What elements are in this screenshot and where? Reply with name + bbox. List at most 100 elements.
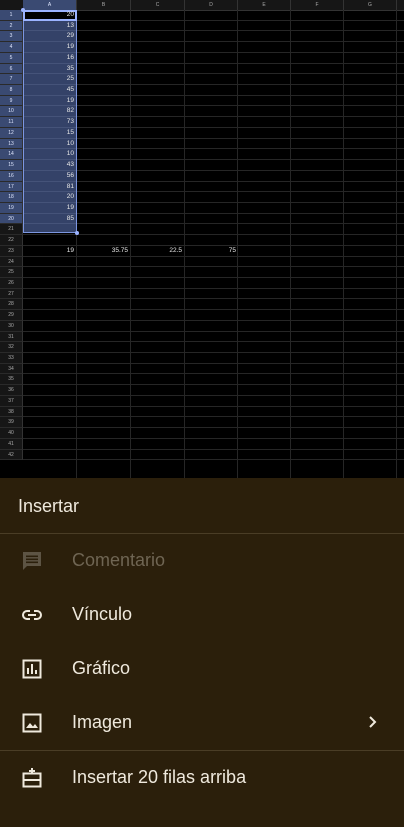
cell-a1[interactable]: 20 [23, 10, 77, 21]
cell-a11[interactable]: 73 [23, 117, 77, 128]
column-header-a[interactable]: A [23, 0, 77, 10]
row-header-14[interactable]: 14 [0, 149, 23, 161]
cell-a18[interactable]: 20 [23, 192, 77, 203]
row-header-23[interactable]: 23 [0, 245, 23, 257]
row-header-10[interactable]: 10 [0, 106, 23, 118]
row-header-22[interactable]: 22 [0, 235, 23, 246]
cell-a7[interactable]: 25 [23, 74, 77, 85]
column-header-g[interactable]: G [344, 0, 397, 10]
row-header-26[interactable]: 26 [0, 278, 23, 289]
selection-handle-bottom[interactable] [75, 231, 79, 235]
cell-a20[interactable]: 85 [23, 214, 77, 225]
column-gridline [130, 10, 131, 478]
row-gridline [23, 319, 404, 321]
row-header-11[interactable]: 11 [0, 117, 23, 128]
column-header-d[interactable]: D [185, 0, 238, 10]
row-header-15[interactable]: 15 [0, 160, 23, 171]
row-header-28[interactable]: 28 [0, 299, 23, 311]
cell-a13[interactable]: 10 [23, 139, 77, 150]
row-gridline [23, 437, 404, 439]
row-header-33[interactable]: 33 [0, 353, 23, 364]
cell-a16[interactable]: 56 [23, 171, 77, 182]
column-header-f[interactable]: F [291, 0, 344, 10]
row-header-13[interactable]: 13 [0, 138, 23, 150]
row-header-25[interactable]: 25 [0, 267, 23, 278]
row-header-30[interactable]: 30 [0, 320, 23, 332]
row-header-3[interactable]: 3 [0, 31, 23, 43]
row-header-5[interactable]: 5 [0, 52, 23, 64]
row-header-8[interactable]: 8 [0, 85, 23, 96]
row-header-6[interactable]: 6 [0, 63, 23, 75]
column-header-c[interactable]: C [131, 0, 185, 10]
menu-item-chart[interactable]: Gráfico [0, 642, 404, 696]
row-header-35[interactable]: 35 [0, 374, 23, 386]
cell-a5[interactable]: 16 [23, 53, 77, 64]
row-header-40[interactable]: 40 [0, 428, 23, 439]
cell-a19[interactable]: 19 [23, 203, 77, 214]
cell-a2[interactable]: 13 [23, 21, 77, 32]
row-gridline [23, 384, 404, 386]
row-header-21[interactable]: 21 [0, 224, 23, 236]
chart-icon [22, 659, 42, 679]
row-header-1[interactable]: 1 [0, 10, 23, 21]
cell-a17[interactable]: 81 [23, 182, 77, 193]
row-gridline [23, 234, 404, 236]
insert-rows-above-icon [22, 768, 42, 788]
row-header-39[interactable]: 39 [0, 417, 23, 429]
row-header-27[interactable]: 27 [0, 288, 23, 300]
column-header-b[interactable]: B [77, 0, 131, 10]
row-gridline [23, 373, 404, 375]
row-header-42[interactable]: 42 [0, 449, 23, 461]
row-gridline [23, 352, 404, 354]
cell-a3[interactable]: 29 [23, 31, 77, 42]
row-gridline [23, 169, 404, 171]
row-header-19[interactable]: 19 [0, 202, 23, 214]
row-gridline [23, 266, 404, 268]
menu-item-image[interactable]: Imagen [0, 696, 404, 750]
row-header-37[interactable]: 37 [0, 395, 23, 407]
row-header-20[interactable]: 20 [0, 213, 23, 225]
row-header-34[interactable]: 34 [0, 363, 23, 375]
menu-item-link[interactable]: Vínculo [0, 588, 404, 642]
cell-a15[interactable]: 43 [23, 160, 77, 171]
menu-title: Insertar [18, 496, 80, 516]
cell-b22[interactable]: 35.75 [77, 246, 131, 257]
row-header-7[interactable]: 7 [0, 74, 23, 86]
row-gridline [23, 394, 404, 396]
cell-d22[interactable]: 75 [185, 246, 239, 257]
cell-a4[interactable]: 19 [23, 42, 77, 53]
cell-a10[interactable]: 82 [23, 106, 77, 117]
menu-item-label: Imagen [72, 712, 133, 732]
column-header-e[interactable]: E [238, 0, 291, 10]
cell-a22[interactable]: 19 [23, 246, 77, 257]
row-header-16[interactable]: 16 [0, 170, 23, 182]
cell-a12[interactable]: 15 [23, 128, 77, 139]
row-header-38[interactable]: 38 [0, 406, 23, 418]
comment-icon [23, 552, 41, 570]
cell-a9[interactable]: 19 [23, 96, 77, 107]
cell-a14[interactable]: 10 [23, 149, 77, 160]
menu-item-comment: Comentario [0, 534, 404, 588]
row-header-32[interactable]: 32 [0, 342, 23, 354]
row-header-36[interactable]: 36 [0, 385, 23, 396]
row-header-12[interactable]: 12 [0, 127, 23, 139]
cell-a6[interactable]: 35 [23, 64, 77, 75]
row-header-9[interactable]: 9 [0, 95, 23, 107]
row-header-41[interactable]: 41 [0, 438, 23, 450]
row-header-29[interactable]: 29 [0, 310, 23, 321]
row-header-24[interactable]: 24 [0, 256, 23, 268]
row-gridline [23, 341, 404, 343]
row-gridline [23, 298, 404, 300]
row-header-17[interactable]: 17 [0, 181, 23, 193]
cell-c22[interactable]: 22.5 [131, 246, 185, 257]
row-header-31[interactable]: 31 [0, 331, 23, 343]
row-gridline [23, 105, 404, 107]
cell-a8[interactable]: 45 [23, 85, 77, 96]
row-gridline [23, 126, 404, 128]
spreadsheet-grid[interactable]: ABCDEFG 1 2 3 4 5 6 7 8 9 10 11 12 13 14 15 16 17 18 19 20 2… [0, 0, 404, 478]
column-gridline [290, 10, 291, 478]
row-header-2[interactable]: 2 [0, 20, 23, 32]
row-header-18[interactable]: 18 [0, 192, 23, 203]
row-header-4[interactable]: 4 [0, 42, 23, 53]
menu-item-insert-rows-above[interactable]: Insertar 20 filas arriba [0, 751, 404, 805]
